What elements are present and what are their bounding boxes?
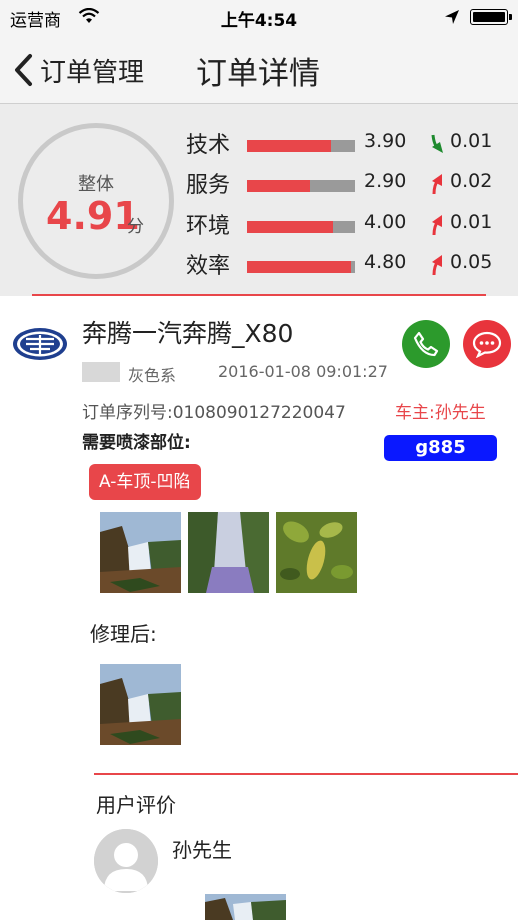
metric-label: 服务	[186, 173, 231, 198]
overall-label: 整体	[78, 174, 114, 195]
damage-photo-1[interactable]	[100, 512, 181, 593]
trend-up-icon	[432, 255, 442, 276]
metric-bar	[247, 180, 355, 192]
metric-score: 4.80	[364, 251, 407, 273]
metric-score: 2.90	[364, 170, 407, 192]
status-time: 上午4:54	[220, 11, 298, 31]
page-title: 订单详情	[196, 56, 320, 92]
call-button[interactable]	[402, 320, 450, 368]
metric-row-efficiency: 效率 4.80 0.05	[186, 244, 506, 284]
repaired-photo-1[interactable]	[100, 664, 181, 745]
metric-bar	[247, 261, 355, 273]
overall-unit: 分	[127, 217, 144, 237]
metric-change: 0.01	[450, 211, 493, 233]
metric-bar	[247, 221, 355, 233]
overall-score-circle: 整体 4.91 分	[18, 123, 174, 279]
metric-row-technique: 技术 3.90 0.01	[186, 123, 506, 163]
metric-change: 0.01	[450, 130, 493, 152]
default-avatar-icon	[94, 829, 158, 893]
trend-up-icon	[432, 174, 442, 195]
metric-bar	[247, 140, 355, 152]
chevron-left-icon	[15, 54, 32, 86]
chat-bubble-icon	[472, 331, 502, 358]
metric-score: 3.90	[364, 130, 407, 152]
owner-name: 车主:孙先生	[395, 403, 486, 423]
car-title: 奔腾一汽奔腾_X80	[82, 319, 294, 348]
review-divider	[94, 773, 518, 775]
damage-tag: A-车顶-凹陷	[89, 464, 201, 500]
color-swatch	[82, 362, 120, 382]
review-photo[interactable]	[205, 894, 286, 920]
damage-photo-3[interactable]	[276, 512, 357, 593]
battery-icon	[470, 9, 512, 25]
reviewer-name: 孙先生	[172, 838, 232, 862]
faw-logo-icon	[13, 328, 67, 360]
user-review-label: 用户评价	[96, 793, 176, 817]
message-button[interactable]	[463, 320, 511, 368]
order-datetime: 2016-01-08 09:01:27	[218, 362, 388, 381]
metric-change: 0.05	[450, 251, 493, 273]
metric-score: 4.00	[364, 211, 407, 233]
plate-number-badge: g885	[384, 435, 497, 461]
trend-up-icon	[432, 215, 442, 236]
phone-icon	[413, 331, 439, 357]
order-serial-number: 订单序列号:0108090127220047	[82, 403, 346, 423]
navigation-bar: 订单管理 订单详情	[0, 34, 518, 104]
metric-row-service: 服务 2.90 0.02	[186, 163, 506, 203]
after-repair-label: 修理后:	[90, 622, 157, 646]
metric-change: 0.02	[450, 170, 493, 192]
back-label: 订单管理	[40, 57, 145, 88]
trend-down-icon	[431, 134, 443, 153]
metric-label: 效率	[186, 254, 231, 279]
metric-label: 环境	[186, 214, 231, 239]
paint-parts-label: 需要喷漆部位:	[82, 433, 191, 453]
metric-row-environment: 环境 4.00 0.01	[186, 204, 506, 244]
metric-label: 技术	[186, 133, 231, 158]
section-divider	[32, 294, 486, 296]
location-arrow-icon	[445, 10, 459, 24]
rating-panel: 整体 4.91 分 技术 3.90 0.01 服务 2.90 0.02 环境 4…	[0, 104, 518, 296]
status-bar: 运营商 上午4:54	[0, 0, 518, 34]
back-button[interactable]: 订单管理	[10, 50, 144, 90]
damage-photo-2[interactable]	[188, 512, 269, 593]
overall-score: 4.91	[46, 194, 140, 238]
color-name: 灰色系	[128, 366, 177, 385]
